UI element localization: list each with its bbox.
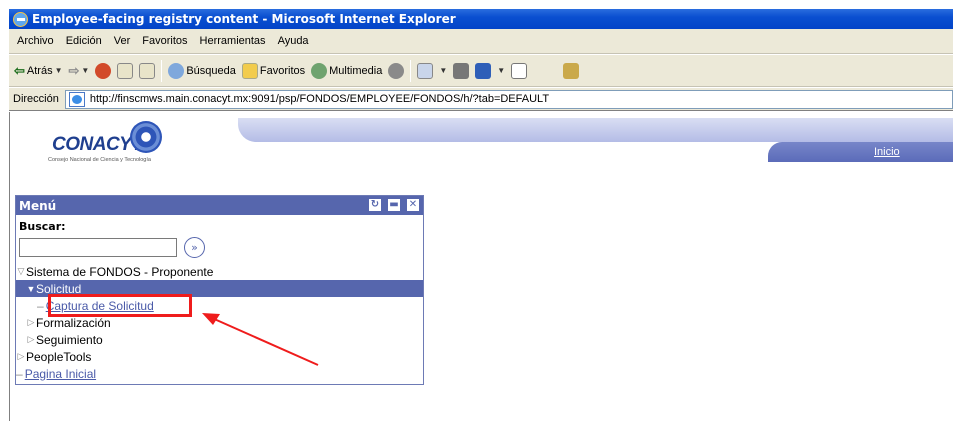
forward-arrow-icon: ⇨	[68, 62, 80, 78]
tree-item-label: PeopleTools	[26, 349, 92, 364]
tree-item-sistema-fondos[interactable]: ▽ Sistema de FONDOS - Proponente	[16, 263, 423, 280]
menu-archivo[interactable]: Archivo	[12, 35, 61, 47]
collapsed-triangle-icon: ▷	[27, 334, 35, 344]
back-label: Atrás	[26, 64, 53, 77]
menu-edicion[interactable]: Edición	[61, 35, 109, 47]
internet-explorer-icon	[13, 11, 28, 27]
close-icon[interactable]: ✕	[407, 199, 419, 211]
menu-header: Menú ↻ ▬ ✕	[16, 196, 423, 215]
collapsed-triangle-icon: ▷	[17, 351, 25, 361]
print-icon[interactable]	[453, 62, 470, 79]
page-icon	[68, 91, 85, 107]
address-label: Dirección	[13, 93, 59, 105]
edit-icon[interactable]	[475, 62, 492, 79]
collapsed-triangle-icon: ▷	[27, 317, 35, 327]
address-url: http://finscmws.main.conacyt.mx:9091/psp…	[89, 93, 550, 105]
home-link[interactable]: Inicio	[874, 146, 900, 158]
window-titlebar: Employee-facing registry content - Micro…	[9, 9, 953, 29]
chevron-down-icon[interactable]: ▼	[439, 66, 447, 75]
browser-toolbar: ⇦ Atrás ▼ ⇨ ▼ Búsqueda Favoritos Multime…	[9, 55, 953, 87]
logo-text: CONACYT	[52, 134, 143, 155]
search-label: Búsqueda	[186, 64, 236, 77]
address-bar: Dirección http://finscmws.main.conacyt.m…	[9, 88, 953, 111]
header-banner	[238, 118, 953, 142]
menu-bar: Archivo Edición Ver Favoritos Herramient…	[9, 29, 953, 54]
forward-button[interactable]: ⇨ ▼	[69, 63, 90, 79]
menu-title: Menú	[19, 198, 57, 213]
home-icon[interactable]	[139, 62, 156, 79]
tree-item-label: Formalización	[36, 315, 111, 330]
address-input[interactable]: http://finscmws.main.conacyt.mx:9091/psp…	[64, 89, 953, 109]
media-icon	[311, 62, 328, 79]
search-icon	[168, 62, 185, 79]
minimize-icon[interactable]: ▬	[388, 199, 400, 211]
toolbar-separator	[161, 59, 163, 82]
tree-item-label: Seguimiento	[36, 332, 103, 347]
toolbar-separator	[410, 59, 412, 82]
window-title: Employee-facing registry content - Micro…	[32, 12, 456, 26]
header-nav-bar	[768, 142, 953, 162]
conacyt-emblem-icon	[130, 121, 162, 153]
menu-ayuda[interactable]: Ayuda	[273, 35, 316, 47]
back-button[interactable]: ⇦ Atrás ▼	[14, 63, 63, 79]
tree-dash: –	[16, 366, 23, 381]
menu-search-input[interactable]	[19, 238, 177, 257]
media-label: Multimedia	[329, 64, 383, 77]
media-button[interactable]: Multimedia	[311, 62, 383, 79]
refresh-icon[interactable]: ↻	[369, 199, 381, 211]
annotation-arrow-icon	[202, 313, 319, 366]
favorites-button[interactable]: Favoritos	[241, 62, 306, 79]
favorites-label: Favoritos	[259, 64, 306, 77]
expanded-triangle-icon: ▽	[17, 266, 25, 276]
logo-subtitle: Consejo Nacional de Ciencia y Tecnología	[48, 157, 151, 163]
page-content: CONACYT Consejo Nacional de Ciencia y Te…	[9, 112, 953, 421]
tree-item-label: Sistema de FONDOS - Proponente	[26, 264, 214, 279]
refresh-icon[interactable]	[117, 62, 134, 79]
history-icon[interactable]	[388, 62, 405, 79]
menu-ver[interactable]: Ver	[109, 35, 138, 47]
chevron-down-icon[interactable]: ▼	[55, 66, 63, 75]
back-arrow-icon: ⇦	[14, 62, 25, 78]
chevron-down-icon[interactable]: ▼	[497, 66, 505, 75]
favorites-star-icon	[241, 62, 258, 79]
menu-herramientas[interactable]: Herramientas	[195, 35, 273, 47]
menu-favoritos[interactable]: Favoritos	[137, 35, 194, 47]
conacyt-logo[interactable]: CONACYT Consejo Nacional de Ciencia y Te…	[46, 120, 206, 170]
mail-icon[interactable]	[417, 62, 434, 79]
chevron-down-icon[interactable]: ▼	[81, 66, 89, 75]
search-button[interactable]: Búsqueda	[168, 62, 236, 79]
expanded-triangle-icon: ▼	[26, 283, 36, 294]
search-label: Buscar:	[19, 220, 66, 233]
tree-dash: –	[37, 298, 44, 313]
messenger-icon[interactable]	[563, 62, 580, 79]
highlight-box	[48, 294, 192, 317]
discuss-icon[interactable]	[511, 62, 528, 79]
search-go-icon[interactable]: »	[184, 237, 205, 258]
stop-icon[interactable]	[95, 62, 112, 79]
pagina-inicial-link[interactable]: Pagina Inicial	[25, 367, 96, 381]
